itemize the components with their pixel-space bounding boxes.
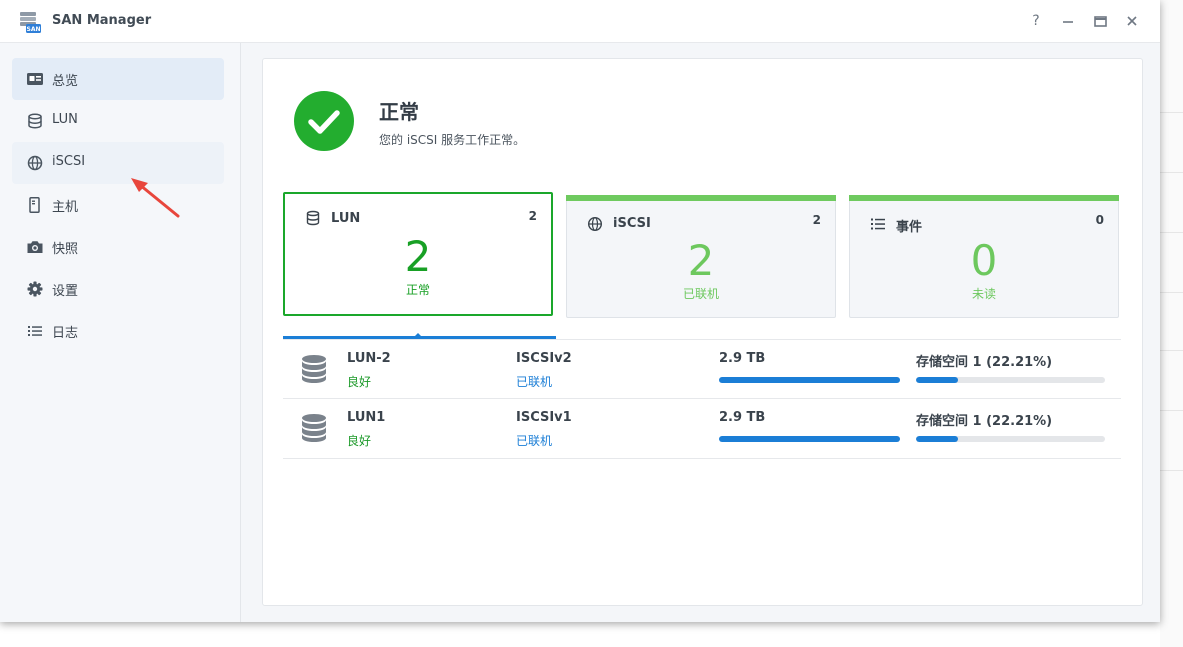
background-strip <box>1160 0 1183 647</box>
maximize-button[interactable] <box>1091 12 1109 30</box>
status-description: 您的 iSCSI 服务工作正常。 <box>379 133 526 147</box>
sidebar: 总览 LUN iSCSI 主机 快照 设置 日志 <box>0 43 241 622</box>
maximize-icon <box>1094 16 1107 27</box>
help-button[interactable]: ? <box>1027 12 1045 30</box>
lun-row[interactable]: LUN1 良好 ISCSIv1 已联机 2.9 TB 存储空间 1 (22.21… <box>283 398 1121 459</box>
minimize-button[interactable] <box>1059 12 1077 30</box>
gear-icon <box>27 281 43 297</box>
sidebar-item-log[interactable]: 日志 <box>12 310 224 352</box>
lun-target: ISCSIv2 <box>516 351 572 366</box>
lun-size-bar <box>719 377 900 383</box>
lun-size-bar <box>719 436 900 442</box>
card-count: 0 <box>1095 213 1104 227</box>
card-subtitle: 未读 <box>971 287 996 301</box>
card-subtitle: 已联机 <box>682 287 719 301</box>
database-icon <box>28 113 42 129</box>
lun-disk-icon <box>302 355 326 383</box>
title-bar: SAN SAN Manager ? <box>0 0 1160 43</box>
sidebar-item-label: 主机 <box>52 200 79 215</box>
card-top-bar <box>566 195 836 201</box>
card-big-number: 2 <box>404 232 432 281</box>
minimize-icon <box>1063 21 1073 23</box>
lun-disk-icon <box>302 414 326 442</box>
sidebar-item-host[interactable]: 主机 <box>12 184 224 226</box>
close-button[interactable] <box>1123 12 1141 30</box>
app-icon-badge: SAN <box>27 26 41 33</box>
card-title: LUN <box>331 211 361 226</box>
lun-target: ISCSIv1 <box>516 410 572 425</box>
card-iscsi[interactable]: iSCSI 2 2 已联机 <box>566 195 836 318</box>
sidebar-item-label: 快照 <box>52 242 79 257</box>
card-big-number: 0 <box>970 236 998 285</box>
close-icon <box>1127 16 1137 26</box>
annotation-arrow-icon <box>131 178 180 218</box>
overview-icon <box>27 73 43 85</box>
camera-icon <box>27 241 43 253</box>
card-top-bar <box>849 195 1119 201</box>
lun-target-status: 已联机 <box>516 434 553 448</box>
checkmark-icon <box>308 110 340 134</box>
card-lun[interactable]: LUN 2 2 正常 <box>283 192 553 316</box>
status-ok-badge <box>294 91 354 151</box>
sidebar-item-iscsi[interactable]: iSCSI <box>12 142 224 184</box>
sidebar-item-label: iSCSI <box>52 154 86 169</box>
lun-target-status: 已联机 <box>516 375 553 389</box>
card-count: 2 <box>528 209 537 223</box>
pool-usage-fill <box>916 436 958 442</box>
card-subtitle: 正常 <box>405 283 430 297</box>
sidebar-item-label: LUN <box>52 112 78 127</box>
selected-card-caret <box>415 333 421 336</box>
sidebar-item-settings[interactable]: 设置 <box>12 268 224 310</box>
lun-row[interactable]: LUN-2 良好 ISCSIv2 已联机 2.9 TB 存储空间 1 (22.2… <box>283 339 1121 399</box>
lun-size: 2.9 TB <box>719 410 766 425</box>
lun-health: 良好 <box>347 434 372 448</box>
card-title: 事件 <box>896 220 923 235</box>
pool-usage-fill <box>916 377 958 383</box>
lun-storage-pool: 存储空间 1 (22.21%) <box>916 414 1053 429</box>
card-count: 2 <box>812 213 821 227</box>
card-events[interactable]: 事件 0 0 未读 <box>849 195 1119 318</box>
card-title: iSCSI <box>613 216 651 231</box>
pool-usage-bar <box>916 377 1105 383</box>
card-big-number: 2 <box>687 236 715 285</box>
globe-icon <box>587 216 603 232</box>
sidebar-item-label: 总览 <box>52 74 79 89</box>
globe-icon <box>27 155 43 171</box>
database-icon <box>306 210 320 226</box>
sidebar-item-snapshot[interactable]: 快照 <box>12 226 224 268</box>
sidebar-item-label: 日志 <box>52 326 79 341</box>
sidebar-item-overview[interactable]: 总览 <box>12 58 224 100</box>
san-manager-app-icon: SAN <box>20 12 41 33</box>
host-icon <box>29 197 40 213</box>
list-icon <box>871 218 885 230</box>
window-title: SAN Manager <box>52 13 152 28</box>
list-icon <box>28 326 42 336</box>
pool-usage-bar <box>916 436 1105 442</box>
lun-health: 良好 <box>347 375 372 389</box>
lun-name: LUN1 <box>347 410 386 425</box>
lun-size: 2.9 TB <box>719 351 766 366</box>
sidebar-item-lun[interactable]: LUN <box>12 100 224 142</box>
sidebar-item-label: 设置 <box>52 284 79 299</box>
app-window: SAN SAN Manager ? 总览 LUN iSCSI 主机 快照 设置 … <box>0 0 1160 622</box>
status-title: 正常 <box>379 100 419 124</box>
lun-name: LUN-2 <box>347 351 391 366</box>
lun-storage-pool: 存储空间 1 (22.21%) <box>916 355 1053 370</box>
